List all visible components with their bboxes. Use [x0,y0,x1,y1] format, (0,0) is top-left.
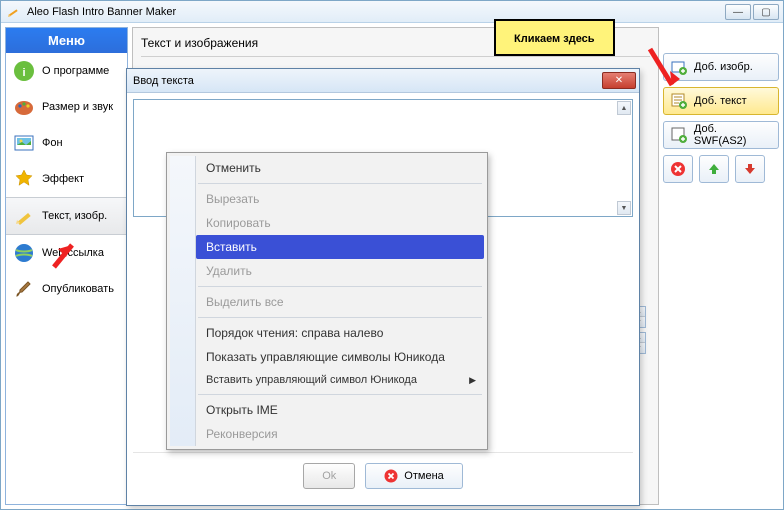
sidebar-title: Меню [6,28,127,53]
sidebar-item-label: Опубликовать [42,283,114,295]
window-minimize-button[interactable]: — [725,4,751,20]
sidebar-item-label: Фон [42,137,63,149]
ctx-reconversion[interactable]: Реконверсия [198,422,484,446]
ctx-paste[interactable]: Вставить [196,235,484,259]
add-text-label: Доб. текст [694,95,747,107]
sidebar-item-background[interactable]: Фон [6,125,127,161]
cancel-icon [384,469,398,483]
ctx-open-ime[interactable]: Открыть IME [198,398,484,422]
info-icon: i [12,59,36,83]
ctx-separator [198,394,482,395]
ctx-select-all[interactable]: Выделить все [198,290,484,314]
ctx-rtl[interactable]: Порядок чтения: справа налево [198,321,484,345]
sidebar-item-about[interactable]: i О программе [6,53,127,89]
sidebar-item-size-sound[interactable]: Размер и звук [6,89,127,125]
ctx-separator [198,183,482,184]
cancel-button[interactable]: Отмена [365,463,462,489]
app-icon [5,4,21,20]
delete-button[interactable] [663,155,693,183]
svg-text:i: i [22,67,25,79]
ctx-show-unicode[interactable]: Показать управляющие символы Юникода [198,345,484,369]
globe-icon [12,241,36,265]
annotation-callout: Кликаем здесь [494,19,615,56]
arrow-down-icon [743,162,757,176]
sidebar-item-label: Эффект [42,173,84,185]
dialog-titlebar: Ввод текста ✕ [127,69,639,93]
ctx-insert-unicode[interactable]: Вставить управляющий символ Юникода ▶ [198,369,484,391]
scroll-down-button[interactable]: ▼ [617,201,631,215]
dialog-title: Ввод текста [133,75,194,87]
delete-icon [670,161,686,177]
move-up-button[interactable] [699,155,729,183]
dialog-close-button[interactable]: ✕ [602,72,636,89]
ctx-cut[interactable]: Вырезать [198,187,484,211]
star-icon [12,167,36,191]
move-down-button[interactable] [735,155,765,183]
app-titlebar: Aleo Flash Intro Banner Maker — ▢ [1,1,783,23]
ctx-undo[interactable]: Отменить [198,156,484,180]
submenu-arrow-icon: ▶ [469,375,476,386]
context-menu: Отменить Вырезать Копировать Вставить Уд… [166,152,488,450]
swf-plus-icon [670,126,688,144]
sidebar-item-label: Текст, изобр. [42,210,107,222]
palette-icon [12,95,36,119]
brush-icon [12,277,36,301]
sidebar-item-publish[interactable]: Опубликовать [6,271,127,307]
sidebar-item-label: О программе [42,65,109,77]
ctx-separator [198,286,482,287]
context-menu-iconbar [170,156,196,446]
app-title: Aleo Flash Intro Banner Maker [27,6,176,18]
picture-icon [12,131,36,155]
window-maximize-button[interactable]: ▢ [753,4,779,20]
ctx-delete[interactable]: Удалить [198,259,484,283]
annotation-arrow-icon [48,237,82,271]
sidebar-item-effect[interactable]: Эффект [6,161,127,197]
ctx-copy[interactable]: Копировать [198,211,484,235]
add-swf-button[interactable]: Доб. SWF(AS2) [663,121,779,149]
section-divider [141,56,650,57]
add-image-label: Доб. изобр. [694,61,753,73]
arrow-up-icon [707,162,721,176]
toolbox: Доб. изобр. Доб. текст Доб. SWF(AS2) [663,53,779,505]
sidebar-item-text-image[interactable]: Текст, изобр. [6,197,127,235]
add-swf-label: Доб. SWF(AS2) [694,123,772,147]
pencil-icon [12,204,36,228]
annotation-arrow-icon [642,45,686,101]
sidebar-item-label: Размер и звук [42,101,113,113]
ok-button[interactable]: Ok [303,463,355,489]
scroll-up-button[interactable]: ▲ [617,101,631,115]
ctx-separator [198,317,482,318]
